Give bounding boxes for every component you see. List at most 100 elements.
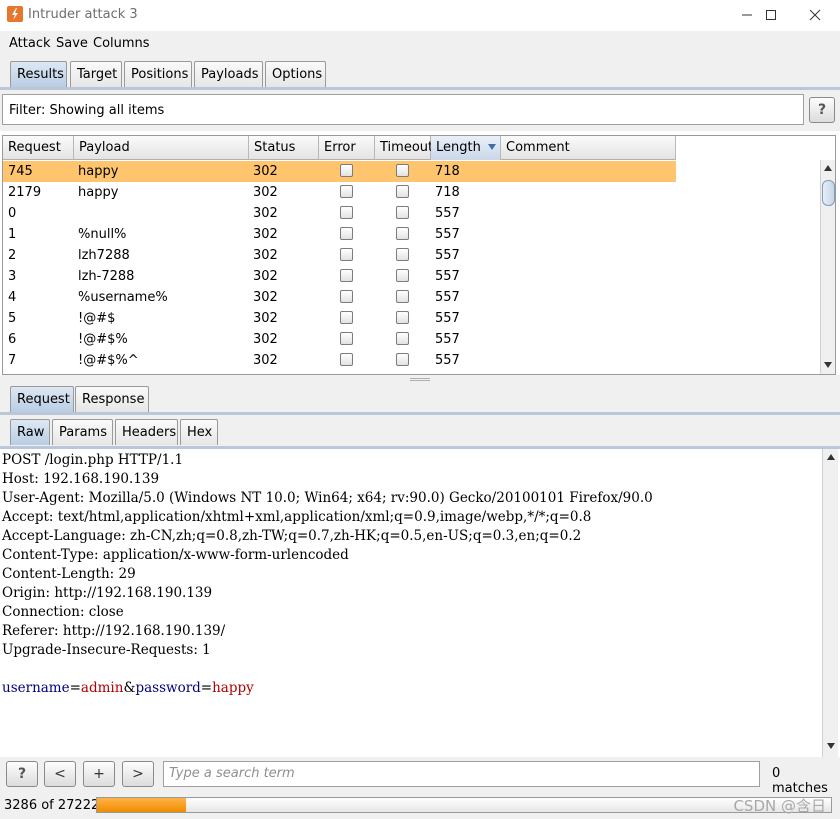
tab-options[interactable]: Options (265, 61, 326, 87)
close-icon (809, 9, 821, 21)
tab-hex[interactable]: Hex (180, 419, 218, 445)
cell-request: 2179 (8, 185, 42, 200)
table-row[interactable]: 2179 happy 302 718 (3, 182, 676, 203)
body-equals: = (200, 680, 213, 696)
previous-match-button[interactable]: < (44, 761, 76, 787)
cell-request: 0 (8, 206, 17, 221)
progress-bar (96, 797, 832, 813)
add-button[interactable]: + (83, 761, 115, 787)
body-ampersand: & (123, 680, 136, 696)
error-checkbox (340, 206, 353, 219)
timeout-checkbox (396, 206, 409, 219)
search-bar: ? < + > Type a search term 0 matches (0, 757, 840, 796)
next-match-button[interactable]: > (122, 761, 154, 787)
menu-columns[interactable]: Columns (93, 36, 150, 51)
table-scrollbar[interactable] (820, 160, 835, 374)
table-row[interactable]: 7 !@#$%^ 302 557 (3, 350, 676, 371)
menu-bar: Attack Save Columns (0, 31, 840, 56)
cell-length: 557 (435, 353, 460, 368)
cell-status: 302 (253, 248, 278, 263)
column-header-request[interactable]: Request (3, 136, 74, 160)
table-row[interactable]: 5 !@#$ 302 557 (3, 308, 676, 329)
match-count: 0 matches (772, 766, 828, 796)
timeout-checkbox (396, 164, 409, 177)
menu-attack[interactable]: Attack (9, 36, 51, 51)
table-row[interactable]: 4 %username% 302 557 (3, 287, 676, 308)
header-user-agent: User-Agent: Mozilla/5.0 (Windows NT 10.0… (2, 490, 653, 506)
results-table: Request Payload Status Error Timeout Len… (2, 135, 836, 375)
timeout-checkbox (396, 353, 409, 366)
cell-request: 7 (8, 353, 17, 368)
table-row[interactable]: 3 lzh-7288 302 557 (3, 266, 676, 287)
cell-length: 557 (435, 206, 460, 221)
tab-payloads[interactable]: Payloads (194, 61, 263, 87)
cell-length: 557 (435, 311, 460, 326)
cell-length: 557 (435, 332, 460, 347)
error-checkbox (340, 311, 353, 324)
header-host: Host: 192.168.190.139 (2, 471, 160, 487)
header-accept-language: Accept-Language: zh-CN,zh;q=0.8,zh-TW;q=… (2, 528, 582, 544)
tab-request[interactable]: Request (10, 386, 74, 412)
scroll-up-icon[interactable] (824, 165, 832, 171)
cell-status: 302 (253, 269, 278, 284)
tab-params[interactable]: Params (52, 419, 113, 445)
table-row[interactable]: 0 302 557 (3, 203, 676, 224)
column-header-length[interactable]: Length (431, 136, 501, 160)
cell-status: 302 (253, 206, 278, 221)
header-content-length: Content-Length: 29 (2, 566, 136, 582)
filter-help-button[interactable]: ? (809, 97, 835, 123)
tab-headers[interactable]: Headers (115, 419, 178, 445)
column-header-payload[interactable]: Payload (74, 136, 249, 160)
body-param-name: username (2, 680, 70, 696)
scroll-down-icon[interactable] (824, 362, 832, 368)
progress-count: 3286 of 27222 (4, 798, 100, 813)
timeout-checkbox (396, 227, 409, 240)
scrollbar-thumb[interactable] (822, 180, 835, 206)
detail-tab-bar: Request Response (0, 385, 840, 415)
error-checkbox (340, 332, 353, 345)
raw-request-editor[interactable]: POST /login.php HTTP/1.1 Host: 192.168.1… (0, 449, 822, 757)
splitter-grip-icon[interactable] (410, 378, 430, 381)
tab-raw[interactable]: Raw (10, 419, 50, 445)
header-accept: Accept: text/html,application/xhtml+xml,… (2, 509, 592, 525)
cell-status: 302 (253, 185, 278, 200)
column-header-comment[interactable]: Comment (501, 136, 676, 160)
tab-response[interactable]: Response (75, 386, 149, 412)
column-header-timeout[interactable]: Timeout (375, 136, 433, 160)
body-param-value: happy (212, 680, 254, 696)
scroll-down-icon[interactable] (827, 743, 835, 749)
table-row[interactable]: 745 happy 302 718 (3, 161, 676, 182)
column-header-error[interactable]: Error (319, 136, 375, 160)
cell-length: 718 (435, 164, 460, 179)
search-input[interactable]: Type a search term (163, 761, 760, 787)
cell-payload: happy (78, 164, 119, 179)
tab-results[interactable]: Results (10, 61, 67, 87)
timeout-checkbox (396, 311, 409, 324)
cell-status: 302 (253, 290, 278, 305)
filter-bar[interactable]: Filter: Showing all items (2, 94, 804, 125)
tab-positions[interactable]: Positions (124, 61, 192, 87)
header-connection: Connection: close (2, 604, 124, 620)
table-row[interactable]: 2 lzh7288 302 557 (3, 245, 676, 266)
error-checkbox (340, 164, 353, 177)
search-help-button[interactable]: ? (6, 761, 38, 787)
menu-save[interactable]: Save (56, 36, 88, 51)
header-origin: Origin: http://192.168.190.139 (2, 585, 213, 601)
maximize-button[interactable] (748, 0, 794, 31)
table-row[interactable]: 1 %null% 302 557 (3, 224, 676, 245)
error-checkbox (340, 269, 353, 282)
column-header-status[interactable]: Status (249, 136, 319, 160)
cell-payload: %username% (78, 290, 168, 305)
progress-fill (97, 798, 186, 812)
editor-scrollbar[interactable] (822, 449, 838, 757)
cell-payload: lzh-7288 (78, 269, 135, 284)
error-checkbox (340, 290, 353, 303)
table-row[interactable]: 6 !@#$% 302 557 (3, 329, 676, 350)
pane-splitter[interactable] (0, 375, 840, 385)
scroll-up-icon[interactable] (827, 454, 835, 460)
close-button[interactable] (792, 0, 838, 31)
cell-request: 3 (8, 269, 17, 284)
cell-payload: !@#$ (78, 311, 116, 326)
timeout-checkbox (396, 332, 409, 345)
tab-target[interactable]: Target (70, 61, 122, 87)
